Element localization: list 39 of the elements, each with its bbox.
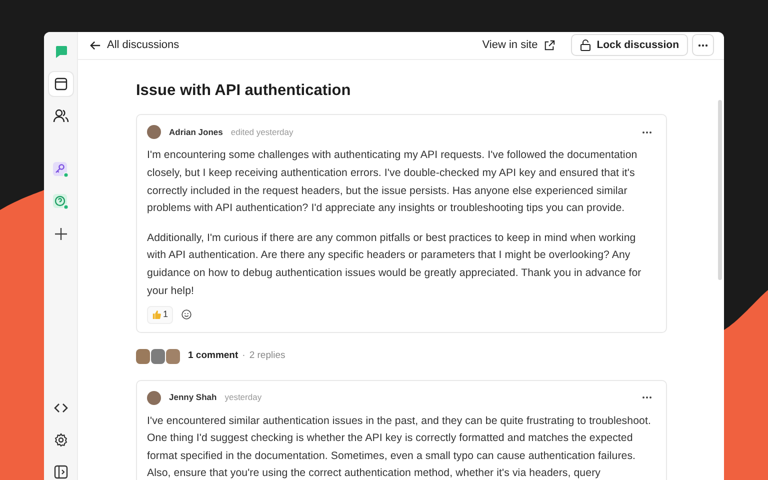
post-meta: yesterday — [224, 391, 262, 404]
post-paragraph: I'm encountering some challenges with authenticating my API requests. I've followed the documentation closely, but I keep receiving authentication errors. I've double-checked my API key and ensured that it's correctly included in the request headers, but the issue persists. Has anyone else experienced similar problems with API authentication? I'd appreciate any insights or troubleshooting tips you can provide. — [147, 148, 638, 216]
post-paragraph: Additionally, I'm curious if there are any common pitfalls or best practices to keep in mind when working with API authentication. Are there any specific headers or parameters that I might be overlooking? Any guidance on how to debug authentication issues would be greatly appreciated. Thank you in advance for your help! — [147, 230, 642, 299]
back-link[interactable]: All discussions — [90, 37, 180, 54]
code-icon — [54, 402, 68, 414]
layout-icon — [54, 77, 68, 91]
separator: · — [242, 349, 246, 363]
thumbs-up-icon — [152, 310, 161, 320]
settings-icon — [54, 433, 68, 447]
avatar — [147, 390, 161, 405]
post-meta: edited yesterday — [230, 126, 294, 139]
scrollbar[interactable] — [718, 100, 722, 280]
sidebar-item[interactable] — [48, 72, 72, 96]
author-name: Adrian Jones — [169, 126, 223, 139]
reply-count: 2 replies — [249, 349, 286, 363]
view-in-site-link[interactable]: View in site — [482, 37, 555, 54]
post-paragraph: I've encountered similar authentication issues in the past, and they can be quite frustrating to troubleshoot. One thing I'd suggest checking is whether the API key is correctly formatted and matches the expected format specified in the documentation. Sometimes, even a small typo can cause authentication failures. Also, ensure that you're using the correct authentication method, whether it's via headers, query — [147, 414, 652, 480]
sidebar-toggle-icon — [54, 465, 68, 479]
avatar — [151, 348, 165, 364]
unlocked-padlock-icon — [580, 39, 591, 52]
avatar — [136, 348, 150, 364]
avatar — [147, 125, 161, 140]
ellipsis-icon — [642, 396, 652, 400]
external-link-icon — [544, 40, 555, 51]
reaction-button[interactable]: 1 — [147, 306, 174, 324]
lock-discussion-button[interactable]: Lock discussion — [570, 34, 688, 56]
ellipsis-icon — [698, 44, 708, 47]
add-reaction-button[interactable] — [181, 309, 192, 320]
key-app-icon — [52, 162, 68, 178]
plus-icon — [54, 228, 66, 240]
author-name: Jenny Shah — [169, 391, 217, 404]
chat-bubble-icon — [54, 45, 68, 59]
help-app-icon — [52, 194, 68, 210]
comment-count: 1 comment — [188, 349, 238, 363]
users-icon — [52, 109, 68, 123]
discussion-title: Issue with API authentication — [136, 82, 352, 100]
arrow-left-icon — [90, 40, 101, 51]
ellipsis-icon — [642, 130, 652, 134]
avatar — [166, 348, 180, 364]
